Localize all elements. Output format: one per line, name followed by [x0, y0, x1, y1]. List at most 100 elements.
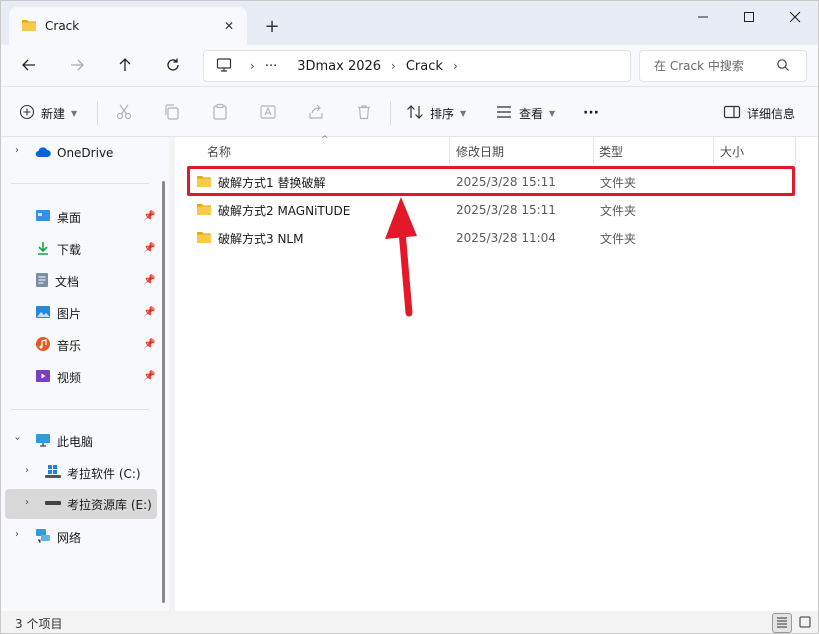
folder-icon: [196, 202, 212, 219]
breadcrumb-3dmax[interactable]: 3Dmax 2026: [297, 59, 381, 74]
tab-title: Crack: [45, 19, 80, 33]
details-view-icon: [776, 616, 788, 631]
search-icon[interactable]: [776, 58, 790, 75]
column-divider[interactable]: [795, 137, 796, 165]
sidebar-item-drive-c[interactable]: 考拉软件 (C:): [45, 459, 141, 487]
details-view-button[interactable]: [772, 613, 792, 633]
details-label: 详细信息: [747, 106, 796, 121]
chevron-down-icon[interactable]: ›: [12, 433, 23, 445]
tiles-view-button[interactable]: [795, 613, 815, 633]
pin-icon[interactable]: 📌: [143, 211, 155, 222]
file-type: 文件夹: [600, 203, 637, 218]
pin-icon[interactable]: 📌: [143, 275, 155, 286]
pin-icon[interactable]: 📌: [143, 371, 155, 382]
chevron-right-icon[interactable]: ›: [21, 497, 33, 508]
file-type: 文件夹: [600, 231, 637, 246]
sidebar-item-label: OneDrive: [57, 146, 114, 160]
share-button[interactable]: [307, 100, 325, 126]
divider: [390, 101, 391, 125]
chevron-right-icon[interactable]: ›: [250, 59, 255, 73]
sidebar-item-onedrive[interactable]: OneDrive: [35, 139, 113, 167]
sidebar-item-label: 文档: [55, 274, 80, 289]
rename-button[interactable]: [259, 100, 277, 126]
computer-icon[interactable]: [216, 57, 232, 75]
column-divider[interactable]: [713, 137, 714, 165]
forward-button[interactable]: [63, 53, 91, 79]
plus-circle-icon: [19, 104, 35, 123]
breadcrumb[interactable]: › ··· 3Dmax 2026 › Crack ›: [203, 50, 631, 82]
chevron-up-icon: ^: [321, 135, 329, 145]
sidebar-item-network[interactable]: 网络: [35, 523, 81, 551]
search-input[interactable]: [654, 59, 776, 73]
title-bar: Crack ✕ +: [1, 1, 818, 45]
new-button[interactable]: 新建 ▼: [19, 100, 77, 126]
sidebar-item-this-pc[interactable]: 此电脑: [35, 427, 93, 455]
sidebar-item-label: 图片: [57, 306, 82, 321]
chevron-right-icon[interactable]: ›: [21, 465, 33, 476]
sidebar-item-videos[interactable]: 视频: [35, 363, 81, 391]
search-box[interactable]: [639, 50, 807, 82]
back-button[interactable]: [15, 53, 43, 79]
up-button[interactable]: [111, 53, 139, 79]
new-tab-button[interactable]: +: [259, 13, 285, 39]
sidebar-item-label: 桌面: [57, 210, 82, 225]
view-button[interactable]: 查看 ▼: [495, 100, 555, 126]
pin-icon[interactable]: 📌: [143, 243, 155, 254]
column-divider[interactable]: [593, 137, 594, 165]
sidebar-item-drive-e[interactable]: 考拉资源库 (E:): [45, 490, 152, 518]
minimize-button[interactable]: [680, 1, 726, 33]
sidebar-item-label: 视频: [57, 370, 82, 385]
breadcrumb-more[interactable]: ···: [265, 59, 277, 74]
sidebar-scrollbar[interactable]: [162, 181, 165, 603]
column-header-name[interactable]: 名称: [207, 137, 231, 165]
column-header-size[interactable]: 大小: [720, 137, 744, 165]
sidebar-item-documents[interactable]: 文档: [35, 267, 79, 295]
sidebar-item-desktop[interactable]: 桌面: [35, 203, 81, 231]
chevron-down-icon: ▼: [460, 108, 467, 118]
breadcrumb-crack[interactable]: Crack: [406, 59, 443, 74]
column-divider[interactable]: [449, 137, 450, 165]
arrow-right-icon: [69, 57, 85, 76]
paste-button[interactable]: [211, 100, 229, 126]
scissors-icon: [115, 103, 133, 124]
sort-button[interactable]: 排序 ▼: [406, 100, 466, 126]
pin-icon[interactable]: 📌: [143, 307, 155, 318]
sidebar-item-downloads[interactable]: 下载: [35, 235, 81, 263]
table-row[interactable]: 破解方式3 NLM 2025/3/28 11:04 文件夹: [191, 225, 793, 251]
refresh-button[interactable]: [159, 53, 187, 79]
folder-icon: [196, 230, 212, 247]
chevron-right-icon[interactable]: ›: [11, 145, 23, 156]
refresh-icon: [165, 57, 181, 76]
item-count: 3 个项目: [15, 616, 63, 631]
maximize-button[interactable]: [726, 1, 772, 33]
tab-crack[interactable]: Crack ✕: [9, 7, 247, 45]
annotation-highlight-box: [187, 166, 795, 196]
drive-icon: [45, 497, 61, 511]
copy-button[interactable]: [163, 100, 181, 126]
column-header-type[interactable]: 类型: [599, 137, 623, 165]
close-tab-icon[interactable]: ✕: [219, 16, 239, 36]
chevron-right-icon[interactable]: ›: [453, 59, 458, 73]
divider: [11, 183, 149, 184]
cut-button[interactable]: [115, 100, 133, 126]
chevron-right-icon[interactable]: ›: [391, 59, 396, 73]
close-window-button[interactable]: [772, 1, 818, 33]
folder-icon: [21, 18, 37, 35]
details-pane-button[interactable]: 详细信息: [723, 100, 795, 126]
sidebar-item-pictures[interactable]: 图片: [35, 299, 81, 327]
chevron-right-icon[interactable]: ›: [11, 529, 23, 540]
more-options-button[interactable]: ···: [583, 100, 599, 126]
delete-button[interactable]: [355, 100, 373, 126]
trash-icon: [355, 103, 373, 124]
status-bar: 3 个项目: [1, 611, 818, 633]
annotation-arrow-icon: [385, 197, 417, 317]
pin-icon[interactable]: 📌: [143, 339, 155, 350]
chevron-down-icon: ▼: [549, 108, 556, 118]
column-header-modified[interactable]: 修改日期: [456, 137, 504, 165]
file-modified: 2025/3/28 11:04: [456, 231, 556, 245]
sidebar-item-music[interactable]: 音乐: [35, 331, 81, 359]
clipboard-icon: [211, 103, 229, 124]
table-row[interactable]: 破解方式2 MAGNiTUDE 2025/3/28 15:11 文件夹: [191, 197, 793, 223]
view-list-icon: [495, 105, 513, 122]
music-icon: [35, 336, 51, 355]
